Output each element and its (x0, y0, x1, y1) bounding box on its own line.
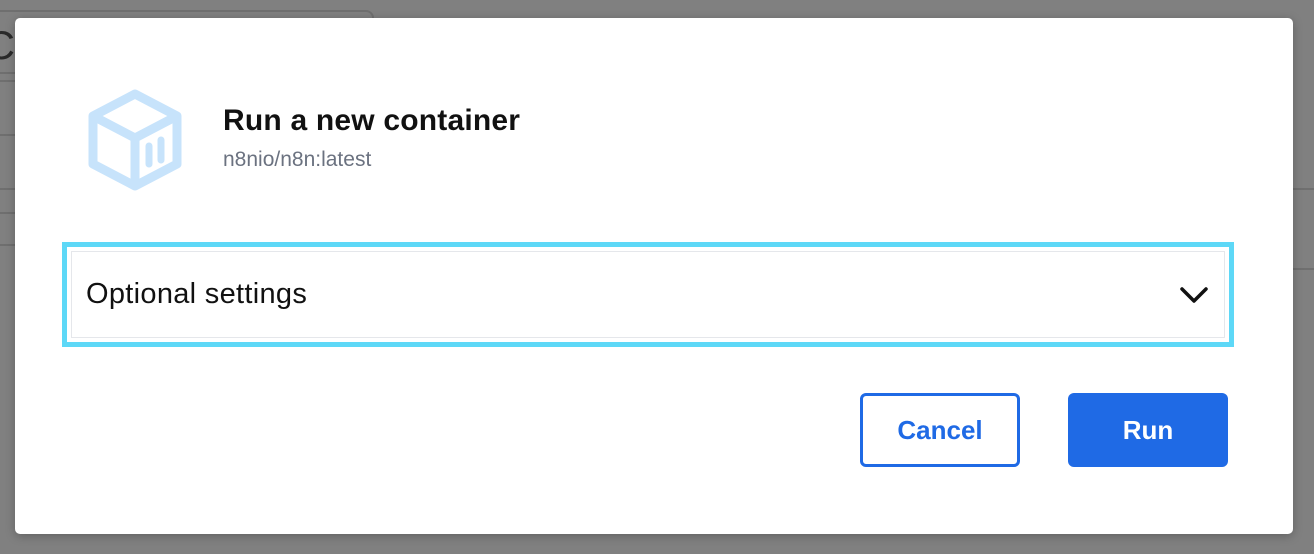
cancel-button[interactable]: Cancel (860, 393, 1020, 467)
optional-settings-label: Optional settings (86, 278, 308, 310)
optional-settings-accordion[interactable]: Optional settings (62, 242, 1234, 347)
chevron-down-icon[interactable] (1178, 279, 1210, 311)
container-cube-icon (85, 88, 185, 192)
run-container-dialog: Run a new container n8nio/n8n:latest Opt… (15, 18, 1293, 534)
dialog-header: Run a new container n8nio/n8n:latest (85, 88, 520, 192)
image-name: n8nio/n8n:latest (223, 148, 372, 171)
background-divider (1290, 268, 1314, 270)
run-button[interactable]: Run (1068, 393, 1228, 467)
optional-settings-header[interactable]: Optional settings (71, 251, 1225, 338)
background-divider (1290, 188, 1314, 190)
dialog-title: Run a new container (223, 104, 521, 137)
dialog-header-text: Run a new container n8nio/n8n:latest (223, 104, 520, 172)
background-text-fragment: C (0, 24, 15, 68)
